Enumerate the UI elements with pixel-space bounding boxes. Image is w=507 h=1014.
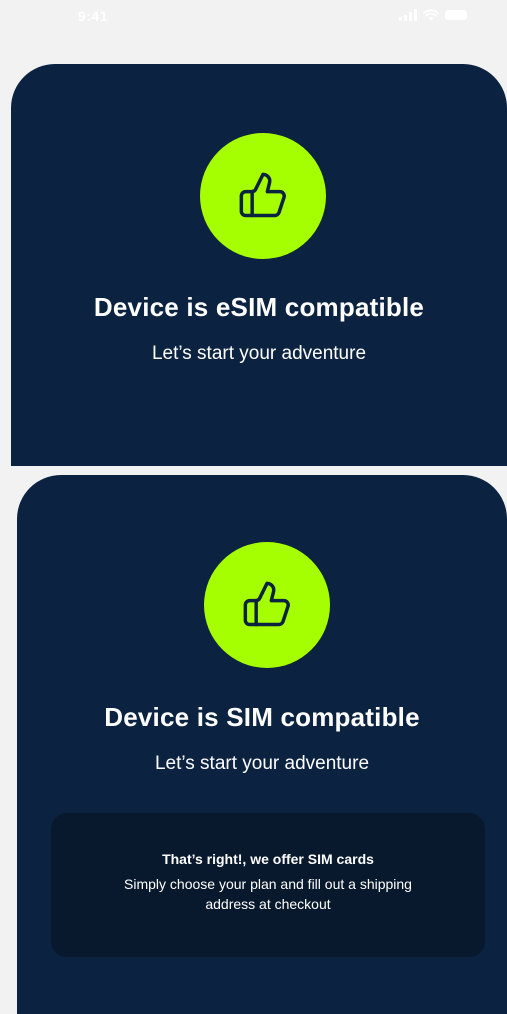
battery-icon bbox=[445, 10, 467, 20]
card-title: Device is SIM compatible bbox=[104, 702, 420, 732]
wifi-icon bbox=[423, 9, 439, 21]
screen: 9:41 Device is eSIM compatible Let’s sta… bbox=[0, 0, 507, 1014]
card-title: Device is eSIM compatible bbox=[93, 292, 425, 322]
sim-compatible-card: Device is SIM compatible Let’s start you… bbox=[17, 475, 507, 1014]
esim-compatible-card: Device is eSIM compatible Let’s start yo… bbox=[11, 64, 507, 466]
sim-info-box: That’s right!, we offer SIM cards Simply… bbox=[51, 813, 485, 957]
signal-icon bbox=[399, 9, 417, 21]
status-bar: 9:41 bbox=[0, 0, 507, 34]
thumbs-up-badge bbox=[200, 133, 326, 259]
card-subtitle: Let’s start your adventure bbox=[154, 753, 370, 774]
status-icons bbox=[399, 9, 467, 21]
thumbs-up-icon bbox=[239, 172, 286, 218]
status-time: 9:41 bbox=[78, 8, 109, 24]
info-heading: That’s right!, we offer SIM cards bbox=[162, 851, 374, 867]
info-body: Simply choose your plan and fill out a s… bbox=[124, 876, 412, 912]
thumbs-up-badge bbox=[204, 542, 330, 668]
card-subtitle: Let’s start your adventure bbox=[151, 343, 367, 364]
thumbs-up-icon bbox=[243, 581, 290, 627]
